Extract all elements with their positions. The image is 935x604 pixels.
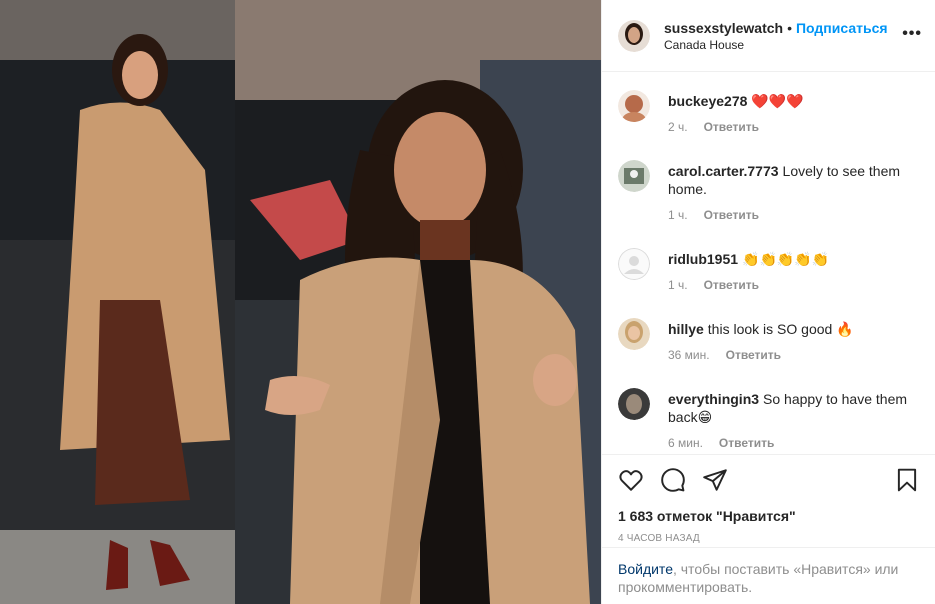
comment-text: 👏👏👏👏👏: [742, 251, 830, 267]
comment-username[interactable]: buckeye278: [668, 93, 747, 109]
comment-time[interactable]: 36 мин.: [668, 348, 710, 362]
reply-button[interactable]: Ответить: [726, 348, 781, 362]
post-side-panel: sussexstylewatch • Подписаться Canada Hous…: [601, 0, 935, 604]
post-location[interactable]: Canada House: [664, 37, 920, 53]
comments-list[interactable]: buckeye278 ❤️❤️❤️ 2 ч. Ответить carol.cart…: [602, 72, 935, 454]
author-username[interactable]: sussexstylewatch: [664, 20, 783, 36]
post-photo[interactable]: [0, 0, 601, 604]
comment-username[interactable]: everythingin3: [668, 391, 759, 407]
commenter-avatar[interactable]: [618, 160, 650, 192]
reply-button[interactable]: Ответить: [719, 436, 774, 450]
login-prompt: Войдите, чтобы поставить «Нравится» или …: [602, 547, 935, 596]
likes-count[interactable]: 1 683 отметок "Нравится": [618, 507, 920, 525]
comment-time[interactable]: 2 ч.: [668, 120, 688, 134]
comment-username[interactable]: hillye: [668, 321, 704, 337]
comment-item: ridlub1951 👏👏👏👏👏 1 ч. Ответить: [618, 246, 920, 316]
post-time[interactable]: 4 часов назад: [618, 533, 920, 544]
action-icons: [618, 465, 920, 495]
header-separator: •: [787, 19, 792, 36]
comment-username[interactable]: carol.carter.7773: [668, 163, 779, 179]
bookmark-icon[interactable]: [894, 467, 920, 493]
comment-item: buckeye278 ❤️❤️❤️ 2 ч. Ответить: [618, 88, 920, 158]
post-photo-illustration: [0, 0, 601, 604]
comment-text: ❤️❤️❤️: [751, 93, 804, 109]
post-actions: 1 683 отметок "Нравится" 4 часов назад В…: [602, 454, 935, 604]
reply-button[interactable]: Ответить: [704, 278, 759, 292]
comment-item: hillye this look is SO good 🔥 36 мин. Отве…: [618, 316, 920, 386]
header-text: sussexstylewatch • Подписаться Canada Hous…: [664, 19, 920, 53]
comment-item: everythingin3 So happy to have them back😁…: [618, 386, 920, 454]
follow-button[interactable]: Подписаться: [796, 20, 888, 36]
commenter-avatar[interactable]: [618, 90, 650, 122]
instagram-post: sussexstylewatch • Подписаться Canada Hous…: [0, 0, 935, 604]
commenter-avatar[interactable]: [618, 388, 650, 420]
heart-icon[interactable]: [618, 467, 644, 493]
comment-text: this look is SO good 🔥: [707, 321, 854, 337]
share-icon[interactable]: [702, 467, 728, 493]
reply-button[interactable]: Ответить: [704, 120, 759, 134]
comment-username[interactable]: ridlub1951: [668, 251, 738, 267]
post-header: sussexstylewatch • Подписаться Canada Hous…: [602, 0, 935, 72]
comment-time[interactable]: 1 ч.: [668, 208, 688, 222]
comment-time[interactable]: 1 ч.: [668, 278, 688, 292]
comment-time[interactable]: 6 мин.: [668, 436, 703, 450]
login-link[interactable]: Войдите: [618, 561, 673, 577]
comment-item: carol.carter.7773 Lovely to see them home…: [618, 158, 920, 246]
reply-button[interactable]: Ответить: [704, 208, 759, 222]
more-options-icon[interactable]: •••: [902, 26, 922, 42]
commenter-avatar[interactable]: [618, 248, 650, 280]
comment-icon[interactable]: [660, 467, 686, 493]
author-avatar[interactable]: [618, 19, 650, 52]
commenter-avatar[interactable]: [618, 318, 650, 350]
